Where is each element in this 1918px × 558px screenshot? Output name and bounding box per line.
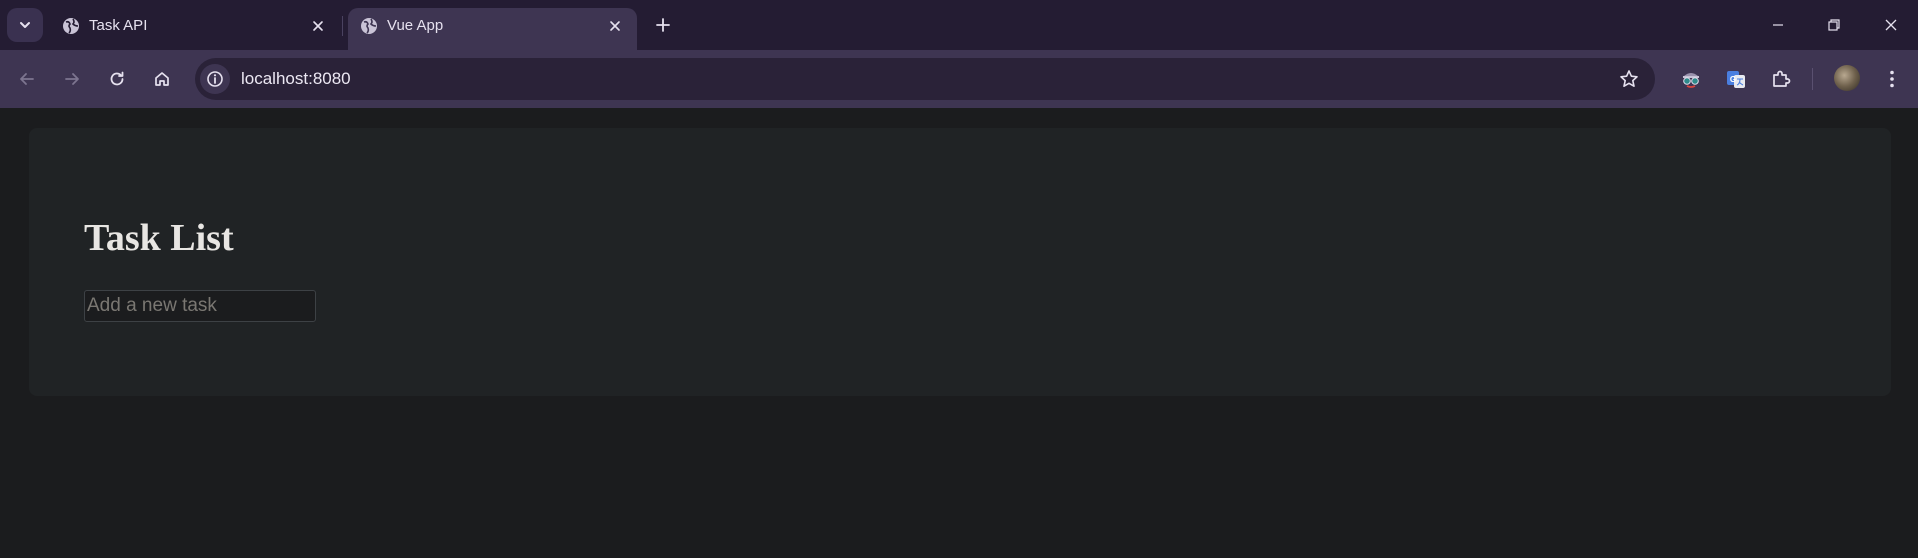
puzzle-icon [1773,70,1791,87]
close-icon[interactable] [308,16,328,36]
toolbar-divider [1812,68,1813,90]
star-icon [1620,70,1638,87]
browser-menu-button[interactable] [1880,66,1904,92]
tab-search-button[interactable] [7,8,43,42]
tab-title: Vue App [387,17,444,34]
new-tab-button[interactable] [650,12,676,38]
extension-spy-button[interactable] [1678,66,1704,92]
globe-icon [63,18,79,34]
url-text[interactable]: localhost:8080 [241,69,351,89]
extensions-button[interactable] [1768,66,1794,92]
more-vertical-icon [1890,70,1894,88]
tab-vue-app[interactable]: Vue App [348,8,637,50]
bookmark-button[interactable] [1617,67,1641,91]
address-bar[interactable]: localhost:8080 [195,58,1655,100]
restore-icon [1828,19,1840,31]
globe-icon [361,18,377,34]
task-card: Task List [29,128,1891,396]
restore-button[interactable] [1819,10,1849,40]
reload-button[interactable] [101,63,133,95]
close-icon[interactable] [605,16,625,36]
forward-button[interactable] [56,63,88,95]
reload-icon [110,71,124,86]
back-button[interactable] [11,63,43,95]
arrow-left-icon [20,73,34,85]
tab-title: Task API [89,17,148,34]
svg-text:G: G [1730,75,1736,84]
minimize-button[interactable] [1763,10,1793,40]
plus-icon [656,18,670,32]
spy-glasses-icon [1683,73,1699,88]
page-viewport: Task List [0,108,1918,558]
profile-avatar[interactable] [1834,65,1860,91]
chevron-down-icon [20,22,30,28]
info-icon [207,71,223,87]
translate-icon: G [1727,71,1745,88]
extension-translate-button[interactable]: G [1723,66,1749,92]
close-icon [1885,19,1897,31]
new-task-input[interactable] [84,290,316,322]
browser-toolbar: localhost:8080 G [0,50,1918,108]
title-bar: Task API Vue App [0,0,1918,50]
close-window-button[interactable] [1876,10,1906,40]
page-title: Task List [84,217,234,259]
site-info-button[interactable] [200,64,230,94]
minimize-icon [1773,24,1783,26]
home-icon [155,72,169,86]
tab-divider [342,16,343,36]
tab-task-api[interactable]: Task API [50,8,340,50]
home-button[interactable] [146,63,178,95]
arrow-right-icon [65,73,79,85]
